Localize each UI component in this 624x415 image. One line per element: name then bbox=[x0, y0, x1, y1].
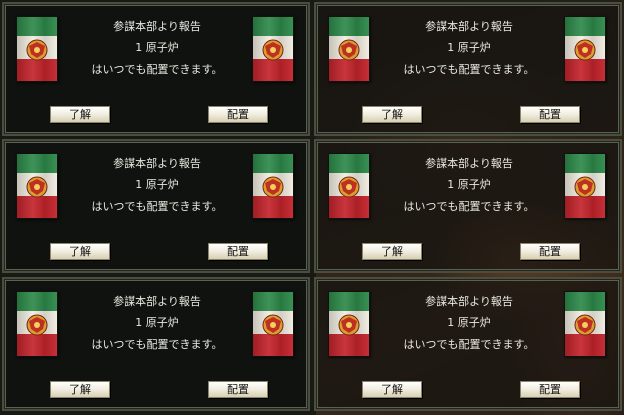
report-dialog: 参謀本部より報告 1 原子炉 はいつでも配置できます。 了解 配置 bbox=[2, 2, 310, 136]
flag-icon bbox=[564, 153, 606, 219]
deploy-button[interactable]: 配置 bbox=[520, 106, 580, 123]
dialog-message: はいつでも配置できます。 bbox=[91, 338, 223, 351]
report-dialog: 参謀本部より報告 1 原子炉 はいつでも配置できます。 了解 配置 bbox=[314, 2, 622, 136]
flag-icon bbox=[328, 16, 370, 82]
report-dialog: 参謀本部より報告 1 原子炉 はいつでも配置できます。 了解 配置 bbox=[2, 277, 310, 411]
deploy-button[interactable]: 配置 bbox=[208, 243, 268, 260]
ok-button[interactable]: 了解 bbox=[362, 381, 422, 398]
dialog-item: 1 原子炉 bbox=[135, 316, 179, 329]
deploy-button[interactable]: 配置 bbox=[208, 106, 268, 123]
ok-button[interactable]: 了解 bbox=[50, 106, 110, 123]
ok-button[interactable]: 了解 bbox=[50, 243, 110, 260]
report-dialog: 参謀本部より報告 1 原子炉 はいつでも配置できます。 了解 配置 bbox=[314, 139, 622, 273]
dialog-title: 参謀本部より報告 bbox=[425, 20, 513, 33]
flag-icon bbox=[328, 291, 370, 357]
report-dialog: 参謀本部より報告 1 原子炉 はいつでも配置できます。 了解 配置 bbox=[314, 277, 622, 411]
dialog-title: 参謀本部より報告 bbox=[113, 295, 201, 308]
flag-icon bbox=[252, 291, 294, 357]
dialog-title: 参謀本部より報告 bbox=[113, 20, 201, 33]
dialog-item: 1 原子炉 bbox=[447, 316, 491, 329]
ok-button[interactable]: 了解 bbox=[362, 243, 422, 260]
dialog-item: 1 原子炉 bbox=[447, 41, 491, 54]
flag-icon bbox=[564, 16, 606, 82]
dialog-message: はいつでも配置できます。 bbox=[403, 200, 535, 213]
flag-icon bbox=[252, 16, 294, 82]
ok-button[interactable]: 了解 bbox=[50, 381, 110, 398]
flag-icon bbox=[16, 16, 58, 82]
flag-icon bbox=[564, 291, 606, 357]
dialog-message: はいつでも配置できます。 bbox=[91, 200, 223, 213]
flag-icon bbox=[328, 153, 370, 219]
dialog-message: はいつでも配置できます。 bbox=[91, 63, 223, 76]
deploy-button[interactable]: 配置 bbox=[208, 381, 268, 398]
dialog-message: はいつでも配置できます。 bbox=[403, 338, 535, 351]
deploy-button[interactable]: 配置 bbox=[520, 243, 580, 260]
report-dialog: 参謀本部より報告 1 原子炉 はいつでも配置できます。 了解 配置 bbox=[2, 139, 310, 273]
flag-icon bbox=[16, 153, 58, 219]
dialog-item: 1 原子炉 bbox=[135, 178, 179, 191]
dialog-title: 参謀本部より報告 bbox=[425, 295, 513, 308]
dialog-title: 参謀本部より報告 bbox=[113, 157, 201, 170]
flag-icon bbox=[252, 153, 294, 219]
dialog-item: 1 原子炉 bbox=[135, 41, 179, 54]
dialog-message: はいつでも配置できます。 bbox=[403, 63, 535, 76]
ok-button[interactable]: 了解 bbox=[362, 106, 422, 123]
flag-icon bbox=[16, 291, 58, 357]
dialog-item: 1 原子炉 bbox=[447, 178, 491, 191]
dialog-title: 参謀本部より報告 bbox=[425, 157, 513, 170]
deploy-button[interactable]: 配置 bbox=[520, 381, 580, 398]
